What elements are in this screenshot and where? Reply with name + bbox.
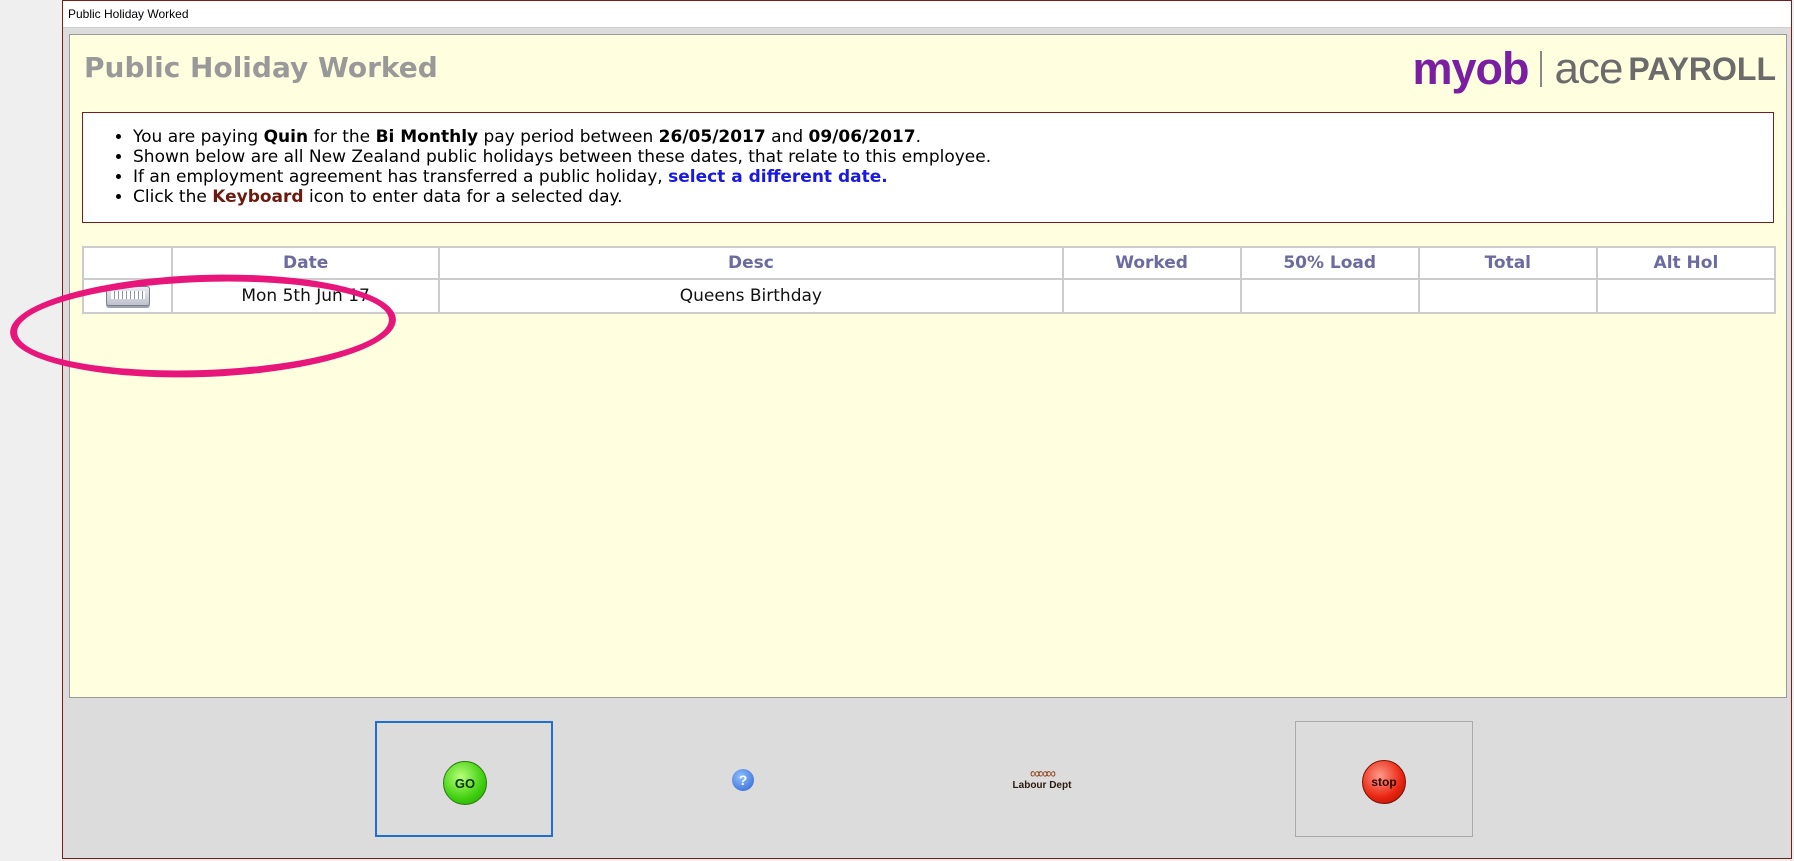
keyboard-icon[interactable]: [105, 286, 150, 306]
logo-divider: [1540, 51, 1543, 87]
text: .: [915, 127, 921, 147]
row-desc[interactable]: Queens Birthday: [438, 278, 1064, 314]
app-window: Public Holiday Worked Public Holiday Wor…: [8, 0, 1792, 859]
row-total[interactable]: [1417, 278, 1598, 314]
header-50-load[interactable]: 50% Load: [1239, 246, 1420, 280]
text: icon to enter data for a selected day.: [303, 187, 623, 207]
period-start-date: 26/05/2017: [658, 127, 766, 147]
labour-dept-logo-icon: ∞∞∞: [1030, 765, 1056, 781]
row-keyboard-cell[interactable]: [81, 278, 174, 314]
text: pay period between: [478, 127, 659, 147]
help-icon[interactable]: ?: [732, 769, 754, 791]
row-worked[interactable]: [1061, 278, 1242, 314]
text: for the: [308, 127, 376, 147]
header-desc[interactable]: Desc: [438, 246, 1064, 280]
labour-dept-label: Labour Dept: [1012, 780, 1072, 791]
window-title: Public Holiday Worked: [63, 1, 1791, 28]
text: If an employment agreement has transferr…: [133, 167, 669, 187]
period-end-date: 09/06/2017: [808, 127, 916, 147]
instructions-list: You are paying Quin for the Bi Monthly p…: [83, 127, 1773, 207]
stop-button-frame[interactable]: stop: [1295, 721, 1473, 837]
main-panel: Public Holiday Worked myob ace PAYROLL Y…: [8, 34, 1787, 698]
row-50-load[interactable]: [1239, 278, 1420, 314]
keyboard-keyword: Keyboard: [212, 187, 304, 207]
text: You are paying: [133, 127, 264, 147]
text: and: [765, 127, 809, 147]
row-alt-hol[interactable]: [1595, 278, 1777, 314]
instruction-holidays-shown: Shown below are all New Zealand public h…: [133, 147, 1773, 167]
header-date[interactable]: Date: [171, 246, 441, 280]
header-total[interactable]: Total: [1417, 246, 1598, 280]
logo-ace: ace: [1554, 44, 1623, 93]
select-different-date-link[interactable]: select a different date.: [668, 167, 888, 187]
pay-period-type: Bi Monthly: [375, 127, 479, 147]
go-button-frame[interactable]: GO: [375, 721, 553, 837]
header-alt-hol[interactable]: Alt Hol: [1595, 246, 1777, 280]
header-worked[interactable]: Worked: [1061, 246, 1242, 280]
row-date[interactable]: Mon 5th Jun 17: [171, 278, 441, 314]
instruction-transferred: If an employment agreement has transferr…: [133, 167, 1773, 187]
text: Click the: [133, 187, 213, 207]
instruction-keyboard: Click the Keyboard icon to enter data fo…: [133, 187, 1773, 207]
labour-dept-button[interactable]: ∞∞∞ Labour Dept: [1007, 766, 1077, 796]
page-title: Public Holiday Worked: [84, 51, 438, 84]
logo-myob: myob: [1412, 43, 1529, 94]
instructions-box: You are paying Quin for the Bi Monthly p…: [82, 112, 1774, 223]
employee-name: Quin: [263, 127, 309, 147]
logo-payroll: PAYROLL: [1628, 50, 1776, 87]
holidays-table: Date Desc Worked 50% Load Total Alt Hol …: [81, 246, 1777, 314]
table-row[interactable]: Mon 5th Jun 17 Queens Birthday: [81, 278, 1777, 314]
instruction-pay-period: You are paying Quin for the Bi Monthly p…: [133, 127, 1773, 147]
stop-button[interactable]: stop: [1362, 760, 1406, 804]
table-header-row: Date Desc Worked 50% Load Total Alt Hol: [81, 246, 1777, 280]
myob-ace-payroll-logo: myob ace PAYROLL: [1412, 41, 1776, 97]
header-icon: [81, 246, 174, 280]
go-button[interactable]: GO: [443, 761, 487, 805]
